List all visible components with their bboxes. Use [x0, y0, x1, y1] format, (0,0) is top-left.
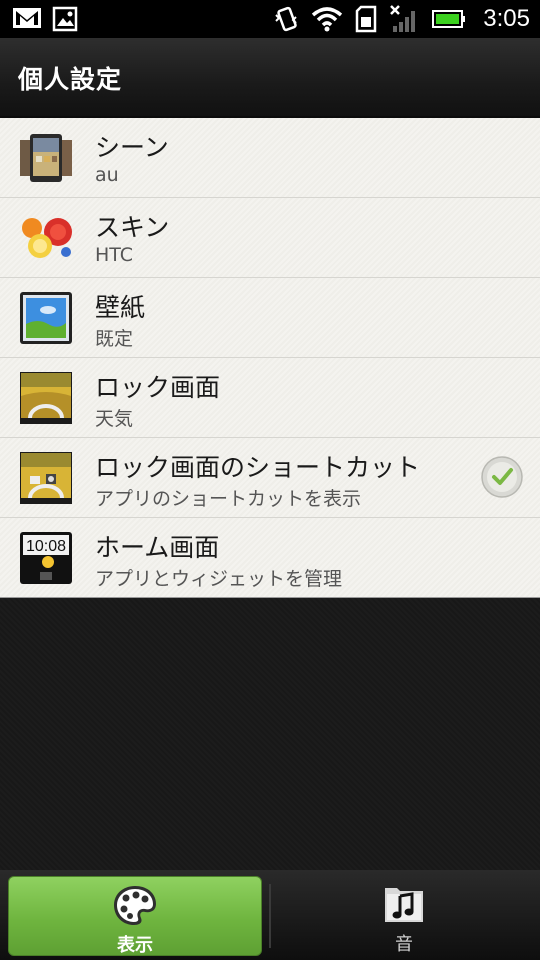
- setting-subtitle: 既定: [95, 328, 134, 350]
- image-icon: [52, 6, 78, 32]
- setting-subtitle: au: [95, 164, 119, 186]
- setting-title: ロック画面のショートカット: [95, 453, 421, 482]
- setting-title: ロック画面: [95, 373, 221, 402]
- setting-title: スキン: [95, 213, 170, 242]
- vibrate-icon: [275, 6, 298, 32]
- setting-home-screen[interactable]: 10:08 ホーム画面 アプリとウィジェットを管理: [0, 518, 540, 598]
- setting-lock-screen[interactable]: ロック画面 天気: [0, 358, 540, 438]
- setting-skin[interactable]: スキン HTC: [0, 198, 540, 278]
- tab-bar: 表示 音: [0, 870, 540, 960]
- empty-background: [0, 598, 540, 870]
- status-bar: 3:05: [0, 0, 540, 38]
- svg-text:10:08: 10:08: [26, 538, 66, 555]
- tab-divider: [269, 884, 271, 948]
- setting-title: ホーム画面: [95, 533, 220, 562]
- setting-subtitle: アプリとウィジェットを管理: [95, 568, 343, 590]
- tab-sound[interactable]: 音: [276, 876, 532, 956]
- clock: 3:05: [483, 5, 530, 32]
- setting-subtitle: 天気: [95, 408, 134, 430]
- setting-title: シーン: [95, 133, 169, 162]
- sd-card-icon: [356, 5, 377, 33]
- tab-display[interactable]: 表示: [8, 876, 262, 956]
- battery-icon: [432, 10, 466, 28]
- setting-subtitle: HTC: [95, 244, 134, 266]
- setting-scene[interactable]: シーン au: [0, 118, 540, 198]
- checkbox-checked-icon[interactable]: [480, 455, 524, 499]
- setting-subtitle: アプリのショートカットを表示: [95, 488, 362, 510]
- tab-label: 表示: [117, 935, 153, 956]
- setting-wallpaper[interactable]: 壁紙 既定: [0, 278, 540, 358]
- music-note-icon: [385, 888, 423, 922]
- wifi-icon: [312, 7, 343, 32]
- setting-title: 壁紙: [95, 293, 146, 322]
- home-screen-icon: 10:08: [20, 532, 72, 584]
- title-bar: 個人設定: [0, 38, 540, 118]
- skin-icon: [22, 218, 72, 258]
- tab-label: 音: [395, 934, 413, 955]
- wallpaper-icon: [20, 292, 72, 344]
- palette-icon: [114, 886, 156, 925]
- setting-lock-shortcut[interactable]: ロック画面のショートカット アプリのショートカットを表示: [0, 438, 540, 518]
- lock-screen-icon: [20, 372, 72, 424]
- scene-icon: [20, 134, 72, 182]
- gmail-icon: [13, 8, 41, 28]
- page-title: 個人設定: [18, 65, 123, 94]
- lock-shortcut-icon: [20, 452, 72, 504]
- no-signal-icon: [390, 5, 416, 32]
- settings-list: シーン au スキン HTC 壁紙 既定 ロック画面 天気 ロック画面のショート…: [0, 118, 540, 598]
